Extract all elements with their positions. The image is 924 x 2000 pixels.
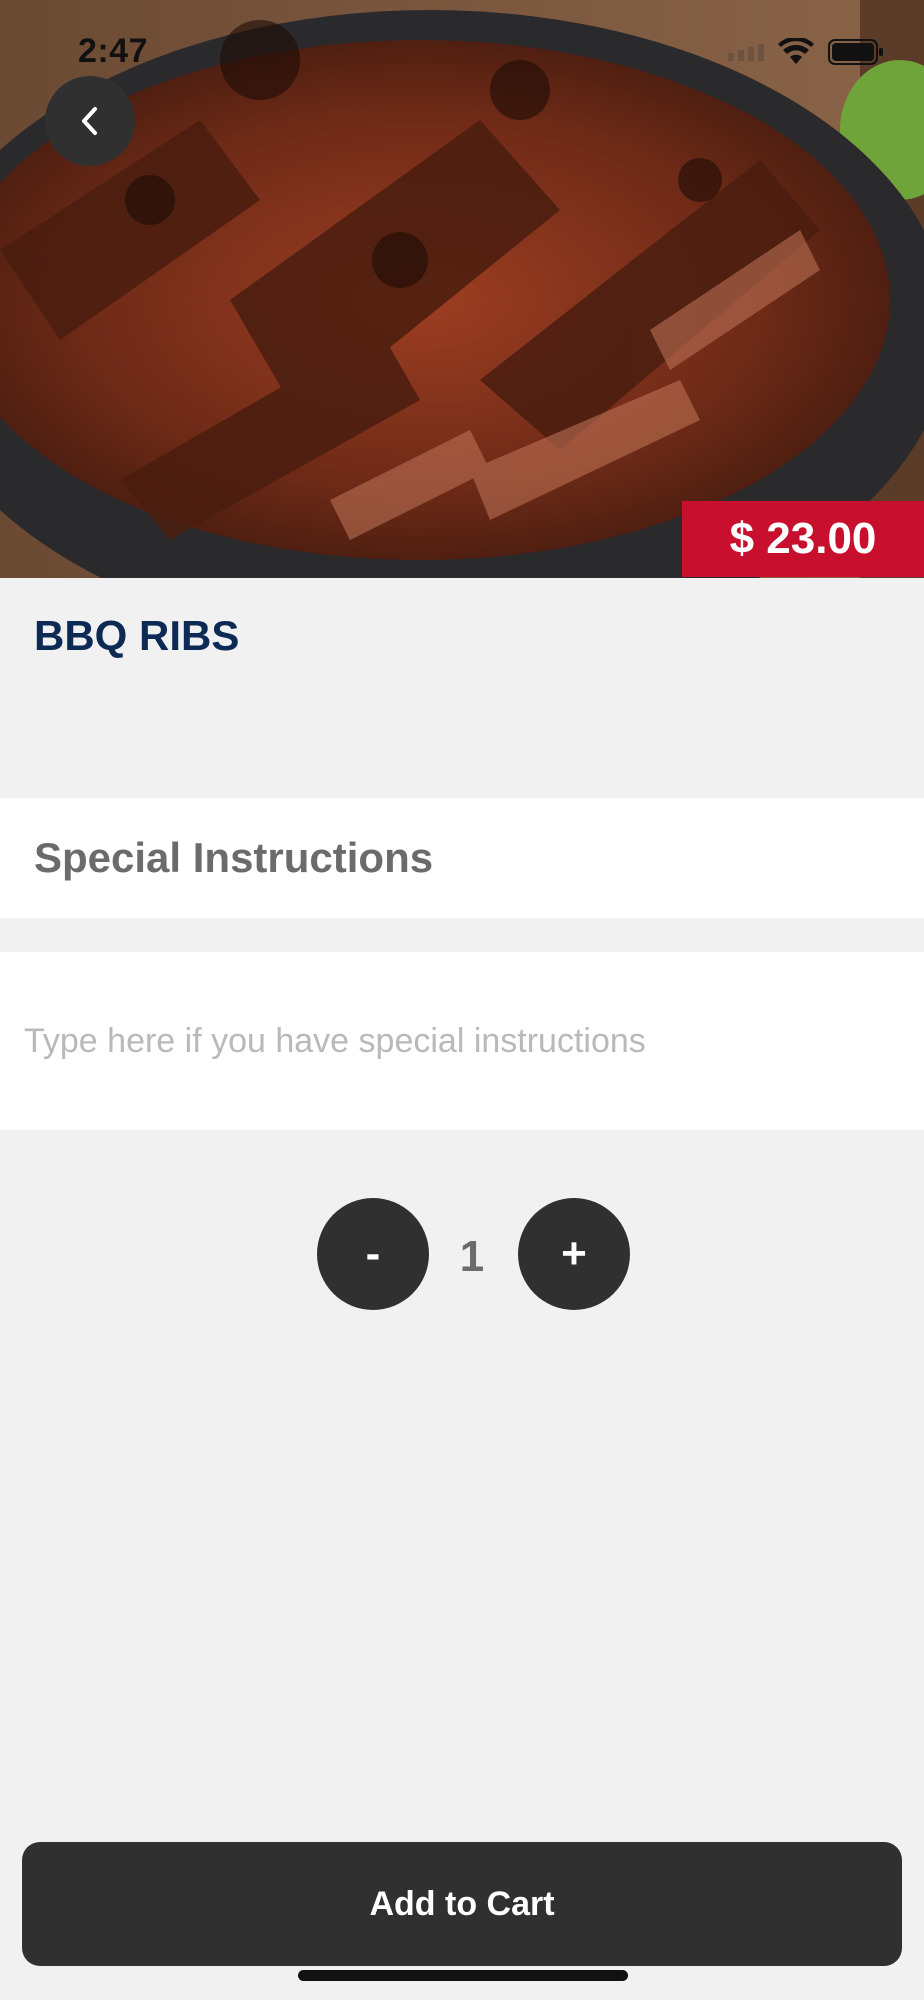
product-image (0, 0, 924, 578)
status-icons (728, 38, 884, 66)
back-button[interactable] (45, 76, 135, 166)
special-instructions-header: Special Instructions (0, 798, 924, 918)
increase-quantity-button[interactable]: + (518, 1198, 630, 1310)
wifi-icon (778, 38, 814, 64)
quantity-value: 1 (459, 1232, 485, 1281)
battery-icon (828, 39, 883, 65)
special-instructions-box (0, 952, 924, 1130)
special-instructions-input[interactable] (0, 952, 924, 1130)
special-instructions-label: Special Instructions (34, 834, 434, 881)
home-indicator (298, 1970, 628, 1981)
chevron-left-icon (82, 107, 97, 135)
add-to-cart-button[interactable]: Add to Cart (22, 1842, 902, 1966)
decrease-quantity-button[interactable]: - (317, 1198, 429, 1310)
price-badge: $ 23.00 (682, 501, 924, 577)
product-detail-screen: 2:47 $ 23.00 BBQ RIBS Special Instructio… (0, 0, 924, 2000)
cellular-signal-icon (728, 43, 764, 61)
product-title: BBQ RIBS (34, 612, 240, 659)
status-time: 2:47 (78, 32, 149, 70)
